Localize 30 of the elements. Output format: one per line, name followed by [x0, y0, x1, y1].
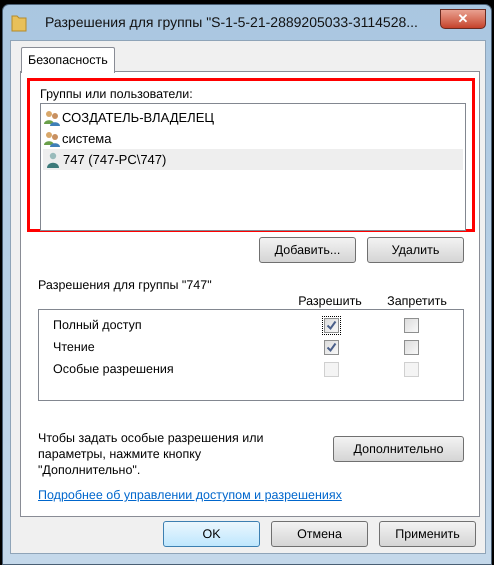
- checkbox[interactable]: [403, 316, 420, 334]
- advanced-hint: Чтобы задать особые разрешения или параметры, нажмите кнопку "Дополнительно".: [38, 430, 264, 478]
- user-item[interactable]: система: [43, 128, 463, 149]
- checkbox[interactable]: [323, 316, 340, 334]
- permissions-label: Разрешения для группы "747": [38, 277, 213, 292]
- checkbox[interactable]: [403, 338, 420, 356]
- groups-label: Группы или пользователи:: [40, 86, 194, 103]
- apply-button[interactable]: Применить: [379, 521, 476, 547]
- folder-icon: [11, 14, 27, 32]
- checkmark-icon: [326, 320, 337, 330]
- user-item[interactable]: СОЗДАТЕЛЬ-ВЛАДЕЛЕЦ: [43, 107, 463, 128]
- people-icon: [43, 130, 61, 146]
- permission-name: Полный доступ: [53, 316, 143, 334]
- remove-button[interactable]: Удалить: [367, 237, 464, 263]
- add-button[interactable]: Добавить...: [259, 237, 356, 263]
- ok-button[interactable]: OK: [163, 521, 260, 547]
- checkmark-icon: [326, 342, 337, 352]
- advanced-button[interactable]: Дополнительно: [333, 436, 464, 462]
- checkbox[interactable]: [323, 338, 340, 356]
- person-icon: [46, 152, 60, 168]
- column-header: Разрешить: [297, 293, 363, 309]
- cancel-button[interactable]: Отмена: [271, 521, 368, 547]
- user-item[interactable]: 747 (747-PC\747): [43, 149, 463, 170]
- help-link[interactable]: Подробнее об управлении доступом и разрешениях: [38, 488, 342, 502]
- people-icon: [43, 110, 61, 126]
- tab[interactable]: Безопасность: [21, 47, 115, 73]
- permission-name: Особые разрешения: [53, 360, 175, 378]
- window-title: Разрешения для группы "S-1-5-21-2889205033-3114528...: [45, 13, 418, 32]
- permission-name: Чтение: [53, 338, 96, 356]
- column-header: Запретить: [386, 293, 448, 309]
